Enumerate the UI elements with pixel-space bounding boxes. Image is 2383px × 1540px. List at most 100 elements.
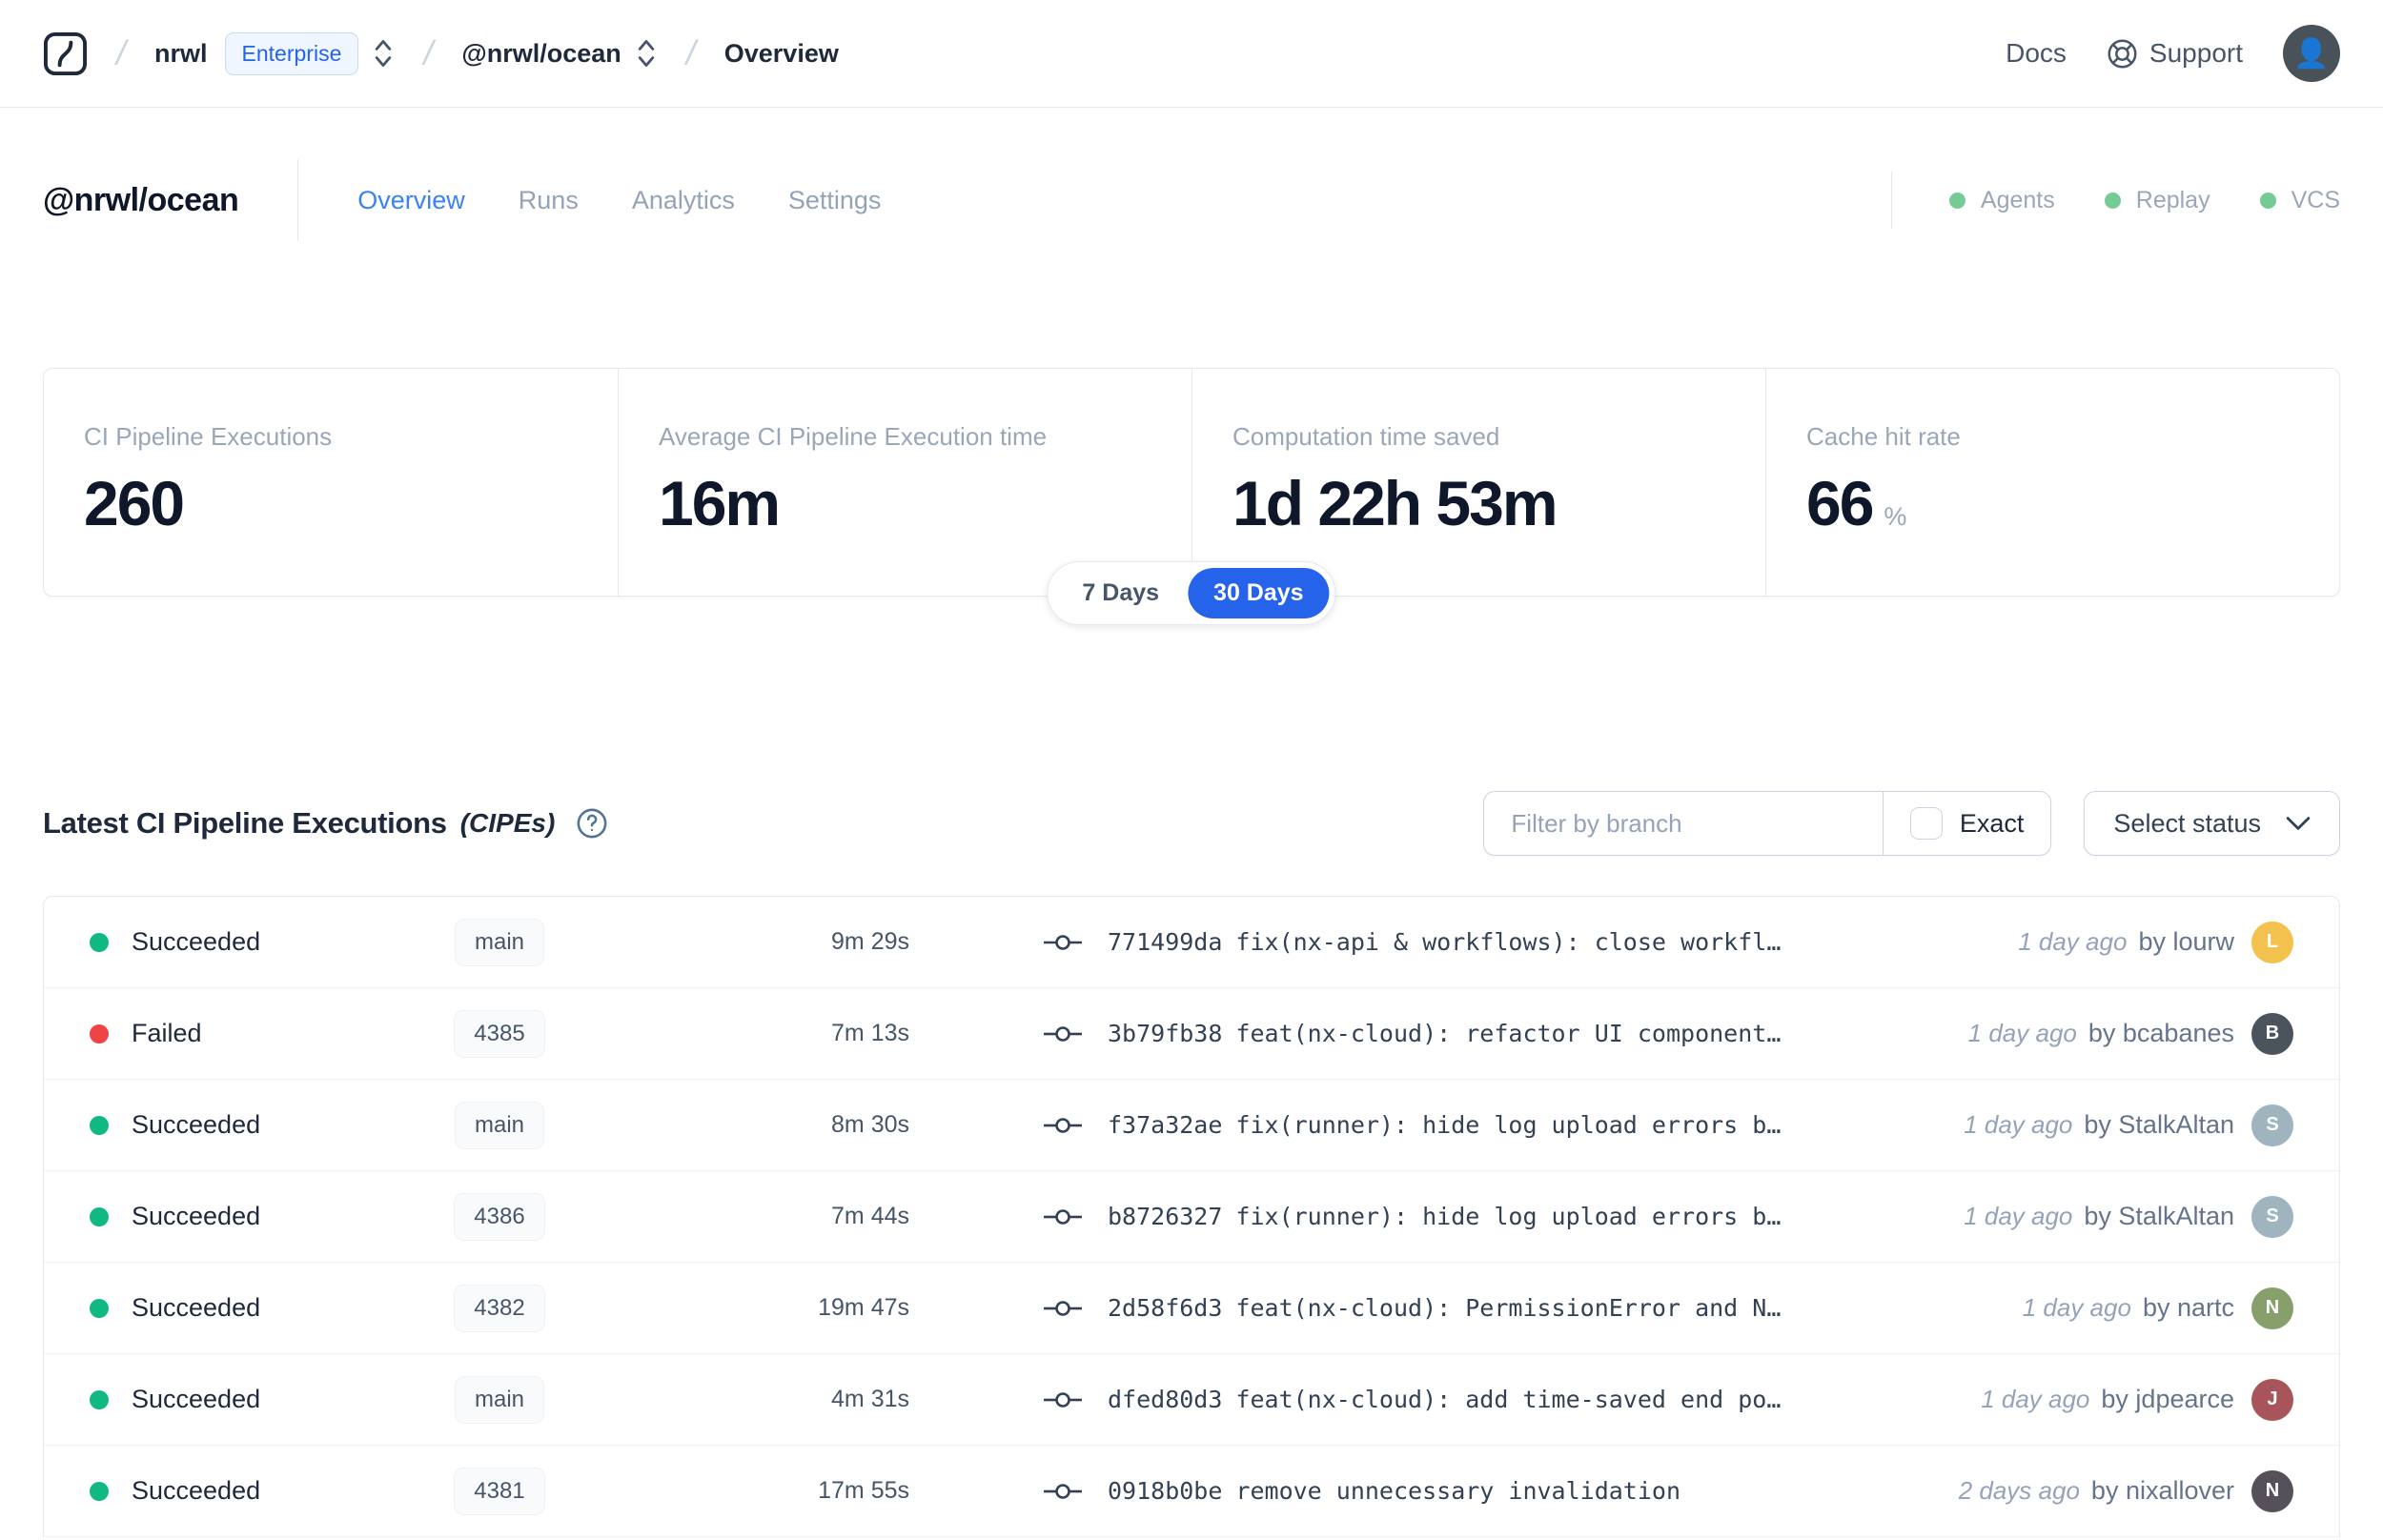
lifebuoy-icon — [2107, 38, 2138, 70]
select-status-button[interactable]: Select status — [2084, 791, 2340, 856]
meta-cell: 1 day ago by StalkAltan S — [1964, 1104, 2293, 1146]
stat-value: 16m — [659, 468, 781, 538]
duration: 7m 13s — [831, 1020, 909, 1046]
help-icon[interactable] — [576, 807, 608, 840]
author: by lourw — [2138, 927, 2234, 956]
commit-cell: b8726327 fix(runner): hide log upload err… — [1043, 1203, 1964, 1230]
table-row[interactable]: Succeeded main 4m 31s dfed80d3 feat(nx-cl… — [44, 1354, 2339, 1446]
branch-filter-input[interactable] — [1484, 792, 1883, 855]
branch-cell: 4386 — [404, 1192, 595, 1241]
branch-cell: 4381 — [404, 1467, 595, 1515]
user-avatar[interactable]: 👤 — [2283, 25, 2340, 82]
exact-checkbox-wrap[interactable]: Exact — [1884, 807, 2051, 840]
duration: 4m 31s — [831, 1386, 909, 1412]
commit-cell: 3b79fb38 feat(nx-cloud): refactor UI comp… — [1043, 1020, 1968, 1047]
table-row[interactable]: Succeeded main 8m 30s f37a32ae fix(runner… — [44, 1080, 2339, 1171]
commit-message: fix(runner): hide log upload errors b… — [1235, 1203, 1782, 1230]
toggle-7-days[interactable]: 7 Days — [1053, 568, 1188, 618]
support-link[interactable]: Support — [2107, 38, 2243, 70]
green-dot-icon — [2104, 192, 2121, 209]
branch-filter-group: Exact — [1483, 791, 2052, 856]
status-indicators: Agents Replay VCS — [1890, 172, 2340, 229]
branch-badge[interactable]: main — [454, 1375, 545, 1424]
status-label: Succeeded — [132, 1202, 261, 1230]
author-avatar[interactable]: S — [2251, 1195, 2293, 1238]
author-avatar[interactable]: B — [2251, 1012, 2293, 1055]
author: by jdpearce — [2101, 1385, 2234, 1413]
enterprise-badge: Enterprise — [224, 31, 359, 75]
author: by nixallover — [2090, 1476, 2234, 1505]
commit-hash: b8726327 — [1108, 1203, 1223, 1230]
workspace-switcher-button[interactable] — [635, 38, 658, 69]
toggle-30-days[interactable]: 30 Days — [1188, 568, 1330, 618]
docs-link[interactable]: Docs — [2006, 38, 2067, 69]
table-row[interactable]: Succeeded 4382 19m 47s 2d58f6d3 feat(nx-c… — [44, 1263, 2339, 1354]
author: by bcabanes — [2088, 1019, 2234, 1047]
commit-text[interactable]: dfed80d3 feat(nx-cloud): add time-saved e… — [1108, 1386, 1781, 1413]
exact-checkbox[interactable] — [1909, 807, 1943, 840]
commit-text[interactable]: 771499da fix(nx-api & workflows): close w… — [1108, 928, 1781, 956]
commit-message: remove unnecessary invalidation — [1235, 1477, 1681, 1505]
author-avatar[interactable]: L — [2251, 921, 2293, 963]
branch-badge[interactable]: 4385 — [454, 1009, 545, 1058]
commit-message: feat(nx-cloud): add time-saved end po… — [1235, 1386, 1782, 1413]
stat-value: 260 — [84, 468, 185, 538]
branch-badge[interactable]: main — [454, 1101, 545, 1149]
git-commit-icon — [1043, 1205, 1083, 1229]
page-title: @nrwl/ocean — [43, 181, 239, 218]
commit-cell: f37a32ae fix(runner): hide log upload err… — [1043, 1111, 1964, 1139]
commit-text[interactable]: b8726327 fix(runner): hide log upload err… — [1108, 1203, 1781, 1230]
meta-cell: 1 day ago by StalkAltan S — [1964, 1195, 2293, 1238]
commit-message: fix(runner): hide log upload errors b… — [1235, 1111, 1782, 1139]
git-commit-icon — [1043, 1388, 1083, 1412]
branch-badge[interactable]: 4386 — [454, 1192, 545, 1241]
table-row[interactable]: Succeeded 4386 7m 44s b8726327 fix(runner… — [44, 1171, 2339, 1263]
git-commit-icon — [1043, 1022, 1083, 1046]
time-ago: 1 day ago — [2018, 927, 2128, 956]
time-ago: 1 day ago — [1964, 1202, 2073, 1230]
author-avatar[interactable]: N — [2251, 1287, 2293, 1329]
nx-cloud-logo-icon[interactable] — [43, 31, 88, 76]
tab-overview[interactable]: Overview — [357, 186, 465, 215]
time-ago: 1 day ago — [1967, 1019, 2077, 1047]
commit-text[interactable]: 0918b0be remove unnecessary invalidation — [1108, 1477, 1680, 1505]
commit-cell: dfed80d3 feat(nx-cloud): add time-saved e… — [1043, 1386, 1981, 1413]
breadcrumb-separator: / — [423, 33, 434, 72]
branch-cell: 4385 — [404, 1009, 595, 1058]
author: by StalkAltan — [2084, 1202, 2234, 1230]
status-dot-icon — [90, 932, 109, 952]
author-avatar[interactable]: J — [2251, 1378, 2293, 1421]
breadcrumb-org[interactable]: nrwl — [154, 39, 208, 69]
chevron-down-icon — [2286, 816, 2311, 831]
commit-text[interactable]: 3b79fb38 feat(nx-cloud): refactor UI comp… — [1108, 1020, 1781, 1047]
org-switcher-button[interactable] — [372, 38, 395, 69]
branch-badge[interactable]: main — [454, 918, 545, 966]
tab-runs[interactable]: Runs — [519, 186, 579, 215]
duration: 17m 55s — [818, 1477, 909, 1504]
table-row[interactable]: Failed 4385 7m 13s 3b79fb38 feat(nx-cloud… — [44, 988, 2339, 1080]
branch-badge[interactable]: 4381 — [454, 1467, 545, 1515]
commit-message: feat(nx-cloud): refactor UI component… — [1235, 1020, 1782, 1047]
indicator-replay: Replay — [2104, 187, 2210, 214]
stat-cache-hit-rate: Cache hit rate 66% — [1765, 369, 2339, 596]
tab-settings[interactable]: Settings — [788, 186, 882, 215]
tab-analytics[interactable]: Analytics — [632, 186, 735, 215]
author-avatar[interactable]: S — [2251, 1104, 2293, 1146]
period-toggle: 7 Days 30 Days — [1047, 561, 1336, 625]
status-label: Failed — [132, 1019, 202, 1047]
git-commit-icon — [1043, 930, 1083, 955]
table-row[interactable]: Succeeded 4381 17m 55s 0918b0be remove un… — [44, 1446, 2339, 1537]
commit-hash: 3b79fb38 — [1108, 1020, 1223, 1047]
workspace-tabs: Overview Runs Analytics Settings — [357, 186, 881, 215]
commit-text[interactable]: 2d58f6d3 feat(nx-cloud): PermissionError … — [1108, 1294, 1781, 1322]
branch-badge[interactable]: 4382 — [454, 1284, 545, 1332]
table-row[interactable]: Succeeded main 9m 29s 771499da fix(nx-api… — [44, 897, 2339, 988]
breadcrumb-workspace[interactable]: @nrwl/ocean — [461, 39, 621, 69]
status-dot-icon — [90, 1206, 109, 1226]
duration: 7m 44s — [831, 1203, 909, 1229]
branch-cell: main — [404, 918, 595, 966]
time-ago: 1 day ago — [2022, 1293, 2131, 1322]
author-avatar[interactable]: N — [2251, 1469, 2293, 1512]
meta-cell: 1 day ago by bcabanes B — [1967, 1012, 2293, 1055]
commit-text[interactable]: f37a32ae fix(runner): hide log upload err… — [1108, 1111, 1781, 1139]
